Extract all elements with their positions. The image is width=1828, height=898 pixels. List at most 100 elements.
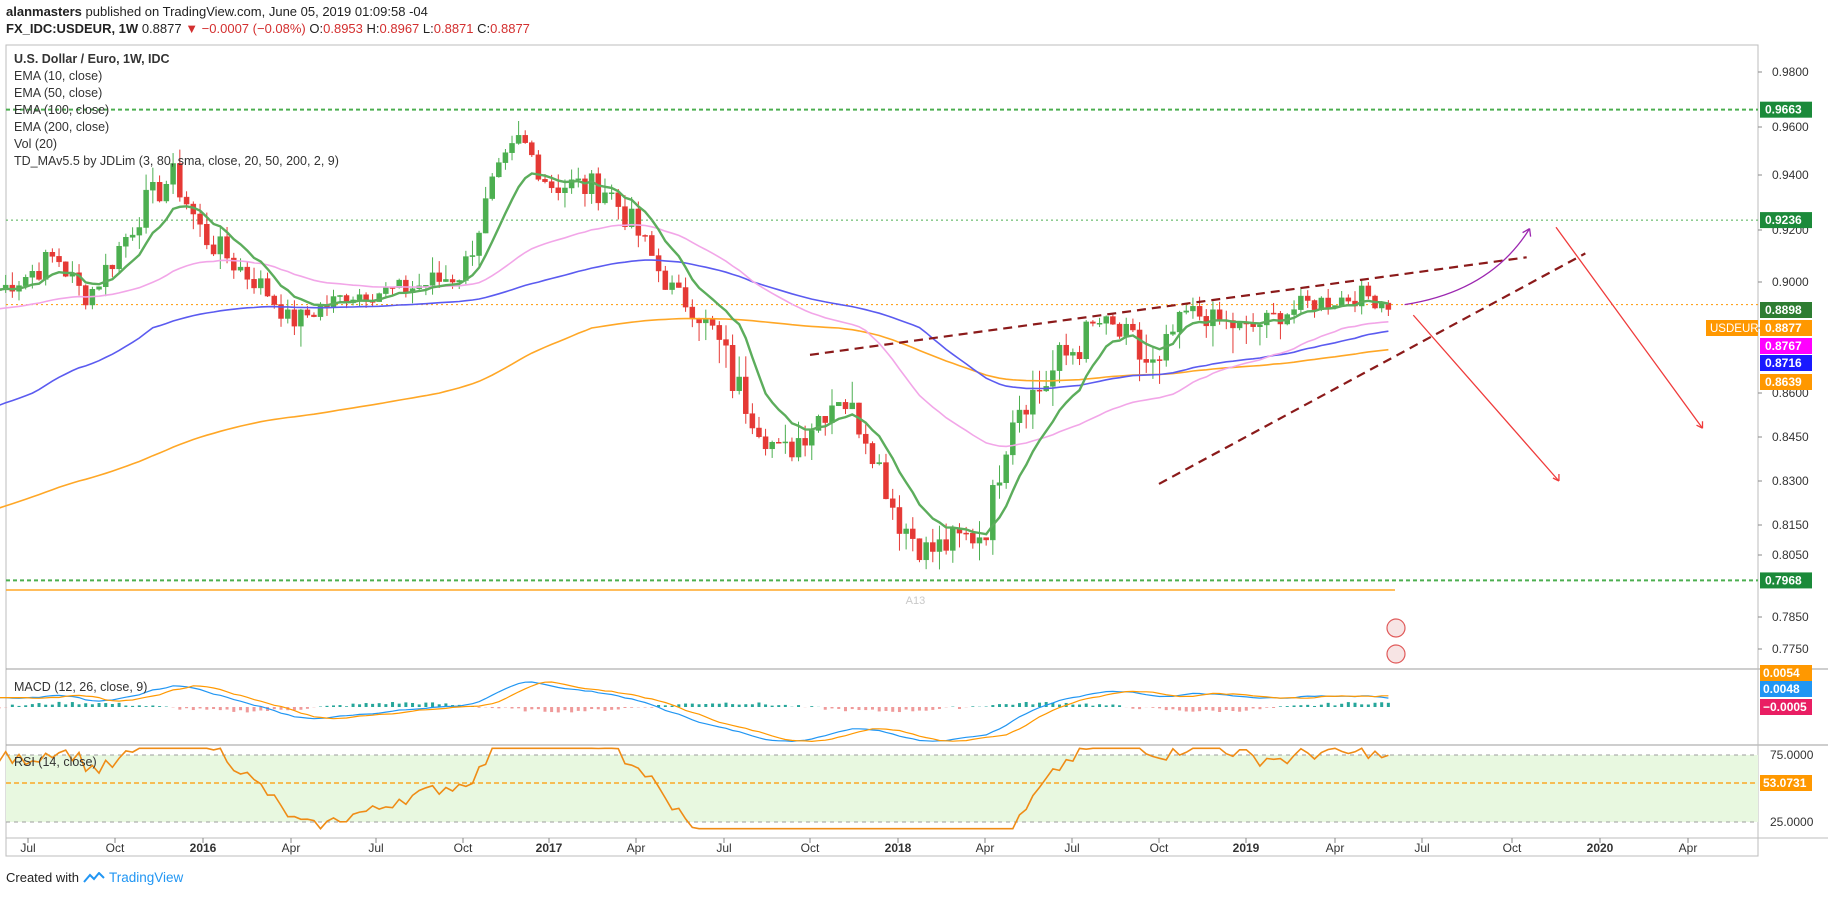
macd-histogram-bar <box>377 703 381 707</box>
macd-histogram-bar <box>737 704 741 707</box>
time-tick-label: 2019 <box>1233 841 1260 855</box>
price-axis[interactable]: 0.98000.96000.94000.92000.90000.87500.86… <box>1706 65 1814 829</box>
symbol-name: FX_IDC:USDEUR, 1W <box>6 21 139 36</box>
macd-histogram-bar <box>364 703 368 707</box>
legend-rsi[interactable]: RSI (14, close) <box>14 754 97 771</box>
time-tick-label: Oct <box>454 841 473 855</box>
candle-body <box>1116 323 1123 337</box>
candle-body <box>210 244 217 255</box>
candle-body <box>143 189 149 228</box>
macd-histogram-bar <box>610 707 614 710</box>
candle-body <box>602 192 608 204</box>
candle-body <box>916 538 923 561</box>
time-axis[interactable]: Jul Oct 2016 Apr Jul Oct 2017 Apr Jul Oct 2018 Apr J… <box>20 838 1697 855</box>
rsi-level-label: 25.0000 <box>1770 815 1814 829</box>
rsi-band <box>6 755 1758 822</box>
price-tick-label: 0.9000 <box>1772 275 1809 289</box>
macd-pane[interactable] <box>0 681 1390 743</box>
price-tick-label: 0.9800 <box>1772 65 1809 79</box>
candle-body <box>542 179 548 182</box>
macd-histogram-bar <box>757 702 761 707</box>
projection-down-arrow <box>1412 314 1560 482</box>
macd-histogram-bar <box>616 707 620 710</box>
macd-histogram-bar <box>1386 702 1390 707</box>
candle-body <box>976 537 983 544</box>
candle-body <box>802 438 808 446</box>
candle-body <box>963 532 969 535</box>
macd-histogram-bar <box>697 704 701 707</box>
candle-body <box>950 528 956 551</box>
chart-canvas[interactable]: A13 0.98000.96000.94000.92000.90000.8750… <box>0 0 1828 898</box>
macd-histogram-bar <box>218 707 222 711</box>
candle-body <box>449 279 456 283</box>
macd-histogram-bar <box>1198 707 1202 712</box>
macd-histogram-bar <box>770 705 774 707</box>
candle-body <box>1090 321 1096 324</box>
macd-value-label: 0.0048 <box>1763 682 1800 696</box>
candle-body <box>910 528 916 539</box>
macd-histogram-bar <box>1071 704 1075 707</box>
macd-histogram-bar <box>971 706 975 707</box>
legend-ema50[interactable]: EMA (50, close) <box>14 85 102 102</box>
macd-histogram-bar <box>1299 705 1303 707</box>
candle-body <box>789 441 795 458</box>
macd-histogram-bar <box>1078 704 1082 707</box>
macd-histogram-bar <box>391 702 395 707</box>
candle-body <box>150 182 156 191</box>
macd-histogram-bar <box>1333 705 1337 707</box>
candle-body <box>996 482 1003 486</box>
candle-body <box>575 178 582 181</box>
macd-histogram-bar <box>510 707 514 709</box>
macd-histogram-bar <box>1353 702 1357 707</box>
legend-ema10[interactable]: EMA (10, close) <box>14 68 102 85</box>
macd-histogram-bar <box>1231 707 1235 711</box>
legend-volume[interactable]: Vol (20) <box>14 136 57 153</box>
price-plot[interactable]: A13 <box>0 108 1758 664</box>
price-tick-label: 0.9600 <box>1772 120 1809 134</box>
legend-macd[interactable]: MACD (12, 26, close, 9) <box>14 679 147 696</box>
legend-ema200[interactable]: EMA (200, close) <box>14 119 109 136</box>
macd-histogram-bar <box>411 702 415 707</box>
candle-body <box>849 402 855 410</box>
tradingview-brand[interactable]: TradingView <box>109 870 183 885</box>
price-tick-label: 0.8050 <box>1772 548 1809 562</box>
author-name[interactable]: alanmasters <box>6 4 82 19</box>
candle-body <box>258 278 264 289</box>
candle-body <box>1170 331 1176 335</box>
macd-histogram-bar <box>371 703 375 707</box>
candle-body <box>116 245 122 270</box>
candle-body <box>1063 344 1069 356</box>
legend-ema100[interactable]: EMA (100, close) <box>14 102 109 119</box>
macd-histogram-bar <box>931 707 935 710</box>
time-tick-label: Apr <box>282 841 301 855</box>
macd-histogram-bar <box>191 707 195 711</box>
candle-body <box>615 192 622 207</box>
candle-body <box>529 142 535 156</box>
macd-histogram-bar <box>1306 704 1310 707</box>
candle-body <box>1143 359 1149 363</box>
macd-histogram-bar <box>764 704 768 707</box>
candle-body <box>809 430 815 446</box>
candle-body <box>1311 300 1318 310</box>
candle-body <box>1036 389 1043 392</box>
macd-histogram-bar <box>543 707 547 712</box>
candle-body <box>1291 309 1297 315</box>
candle-body <box>49 252 56 257</box>
macd-histogram-bar <box>30 704 34 707</box>
candle-body <box>930 542 936 552</box>
rsi-pane[interactable] <box>0 747 1758 830</box>
macd-histogram-bar <box>843 707 847 712</box>
time-tick-label: 2017 <box>536 841 563 855</box>
candle-body <box>1110 316 1116 325</box>
open-value: 0.8953 <box>323 21 363 36</box>
candle-body <box>1183 310 1190 313</box>
candle-body <box>562 187 568 193</box>
candle-body <box>835 402 842 406</box>
macd-histogram-bar <box>897 707 901 713</box>
legend-td-ma[interactable]: TD_MAv5.5 by JDLim (3, 80, sma, close, 2… <box>14 153 339 170</box>
macd-histogram-bar <box>937 707 941 709</box>
macd-histogram-bar <box>17 705 21 707</box>
candle-body <box>469 255 476 257</box>
low-value: 0.8871 <box>433 21 474 36</box>
candle-body <box>96 286 102 290</box>
